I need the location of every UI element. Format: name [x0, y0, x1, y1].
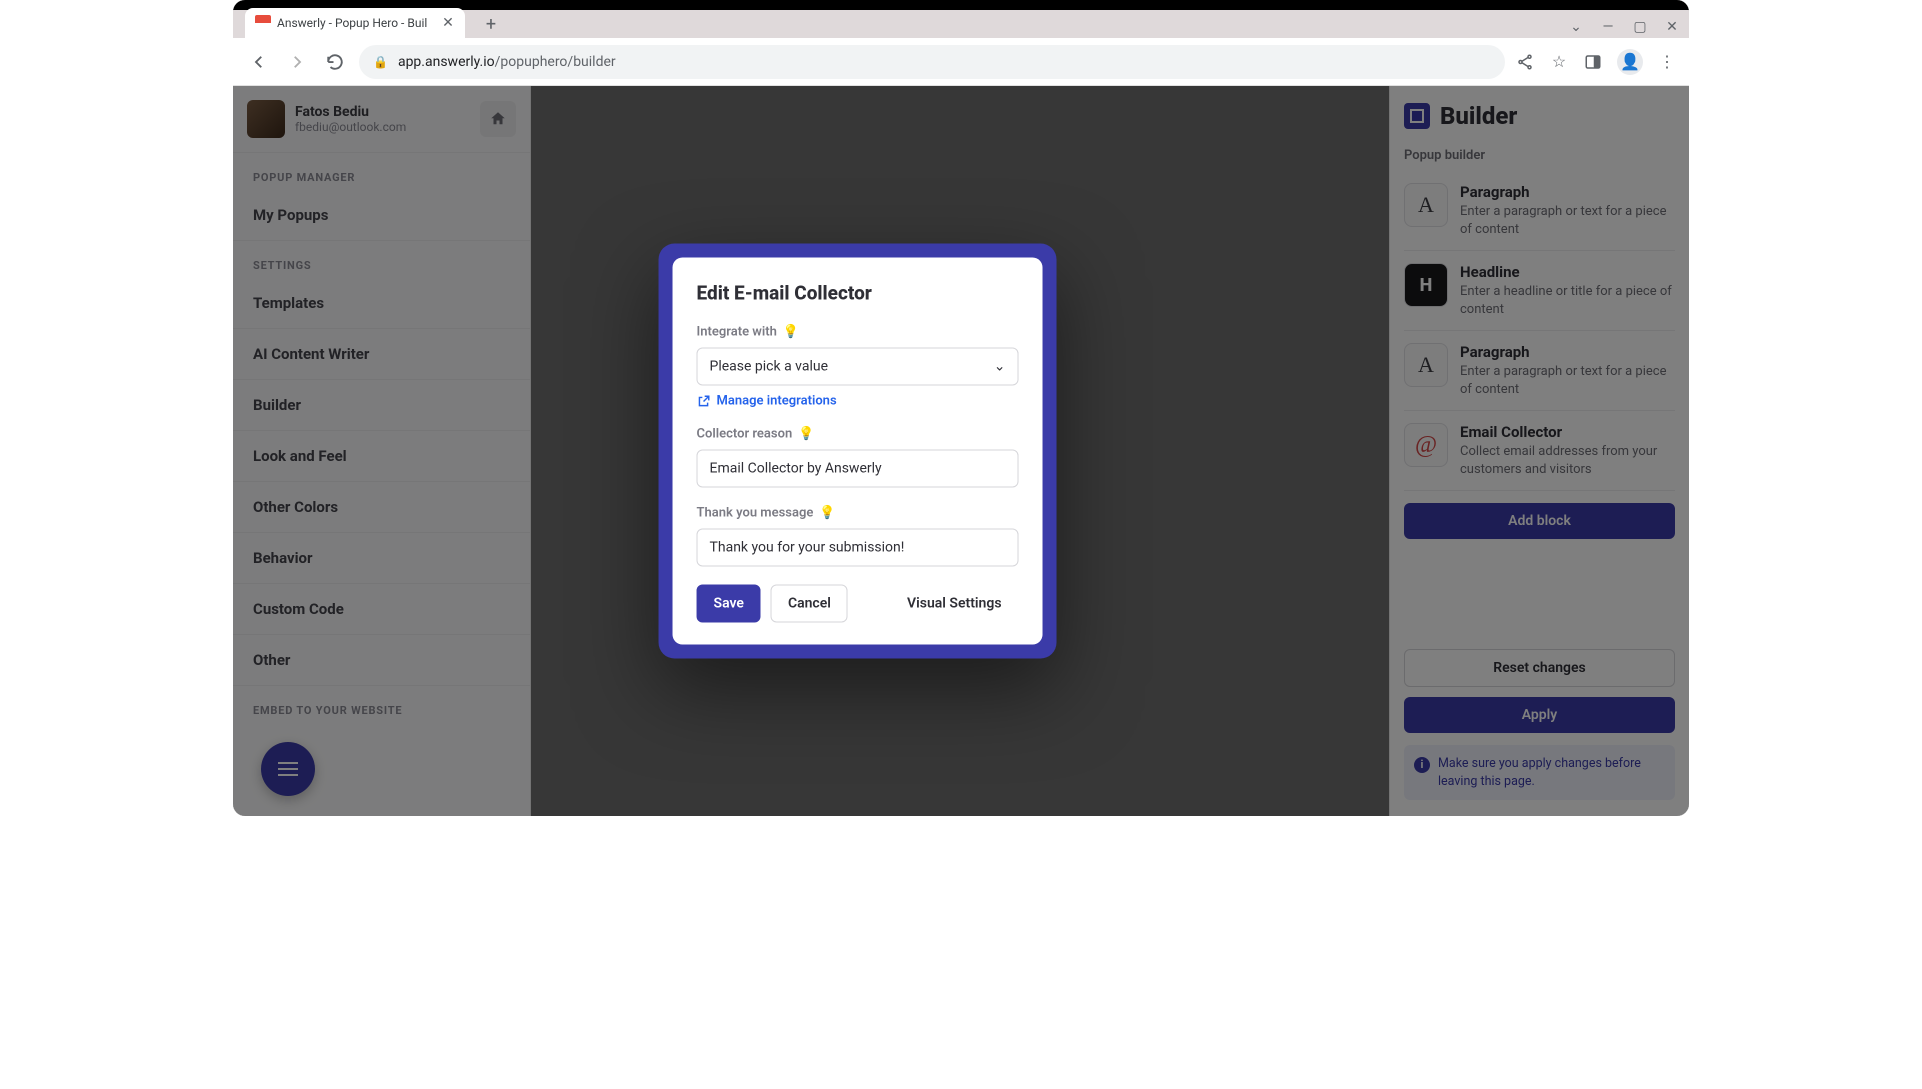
kebab-menu-icon[interactable]: ⋮ [1657, 52, 1677, 72]
manage-integrations-link[interactable]: Manage integrations [697, 394, 1019, 409]
bookmark-icon[interactable]: ☆ [1549, 52, 1569, 72]
edit-email-collector-modal: Edit E-mail Collector Integrate with💡 Pl… [673, 258, 1043, 645]
new-tab-button[interactable]: + [477, 10, 505, 38]
visual-settings-button[interactable]: Visual Settings [890, 585, 1018, 623]
favicon-icon [255, 15, 271, 31]
tab-bar: Answerly - Popup Hero - Buil ✕ + ⌄ — ▢ ✕ [233, 0, 1689, 38]
url-path: /popuphero/builder [495, 54, 616, 70]
hint-icon[interactable]: 💡 [819, 506, 835, 521]
toolbar-right: ☆ 👤 ⋮ [1515, 49, 1677, 75]
integrate-select[interactable]: Please pick a value ⌄ [697, 348, 1019, 386]
tab-title: Answerly - Popup Hero - Buil [277, 16, 435, 30]
reload-button[interactable] [321, 48, 349, 76]
hint-icon[interactable]: 💡 [783, 325, 799, 340]
share-icon[interactable] [1515, 52, 1535, 72]
select-value: Please pick a value [710, 359, 829, 375]
app-body: Fatos Bediu fbediu@outlook.com POPUP MAN… [233, 86, 1689, 816]
browser-chrome: Answerly - Popup Hero - Buil ✕ + ⌄ — ▢ ✕ [233, 0, 1689, 86]
url-input[interactable]: 🔒 app.answerly.io/popuphero/builder [359, 45, 1505, 79]
thank-you-input[interactable] [697, 529, 1019, 567]
side-panel-icon[interactable] [1583, 52, 1603, 72]
window-controls: ⌄ — ▢ ✕ [1569, 20, 1679, 34]
url-host: app.answerly.io [398, 54, 495, 70]
thank-you-label: Thank you message💡 [697, 506, 1019, 521]
integrate-with-label: Integrate with💡 [697, 325, 1019, 340]
forward-button[interactable] [283, 48, 311, 76]
modal-overlay[interactable]: Edit E-mail Collector Integrate with💡 Pl… [233, 86, 1689, 816]
hint-icon[interactable]: 💡 [798, 427, 814, 442]
browser-tab[interactable]: Answerly - Popup Hero - Buil ✕ [245, 8, 465, 38]
collector-reason-input[interactable] [697, 450, 1019, 488]
lock-icon: 🔒 [373, 55, 388, 69]
chevron-down-icon[interactable]: ⌄ [1569, 20, 1583, 34]
modal-outer: Edit E-mail Collector Integrate with💡 Pl… [659, 244, 1057, 659]
collector-reason-label: Collector reason💡 [697, 427, 1019, 442]
minimize-icon[interactable]: — [1601, 20, 1615, 34]
address-bar: 🔒 app.answerly.io/popuphero/builder ☆ 👤 … [233, 38, 1689, 85]
close-tab-icon[interactable]: ✕ [441, 16, 455, 30]
viewport: Answerly - Popup Hero - Buil ✕ + ⌄ — ▢ ✕ [233, 0, 1689, 816]
close-window-icon[interactable]: ✕ [1665, 20, 1679, 34]
save-button[interactable]: Save [697, 585, 761, 623]
back-button[interactable] [245, 48, 273, 76]
maximize-icon[interactable]: ▢ [1633, 20, 1647, 34]
profile-avatar-icon[interactable]: 👤 [1617, 49, 1643, 75]
cancel-button[interactable]: Cancel [771, 585, 848, 623]
modal-title: Edit E-mail Collector [697, 282, 1019, 305]
chevron-down-icon: ⌄ [994, 359, 1006, 375]
